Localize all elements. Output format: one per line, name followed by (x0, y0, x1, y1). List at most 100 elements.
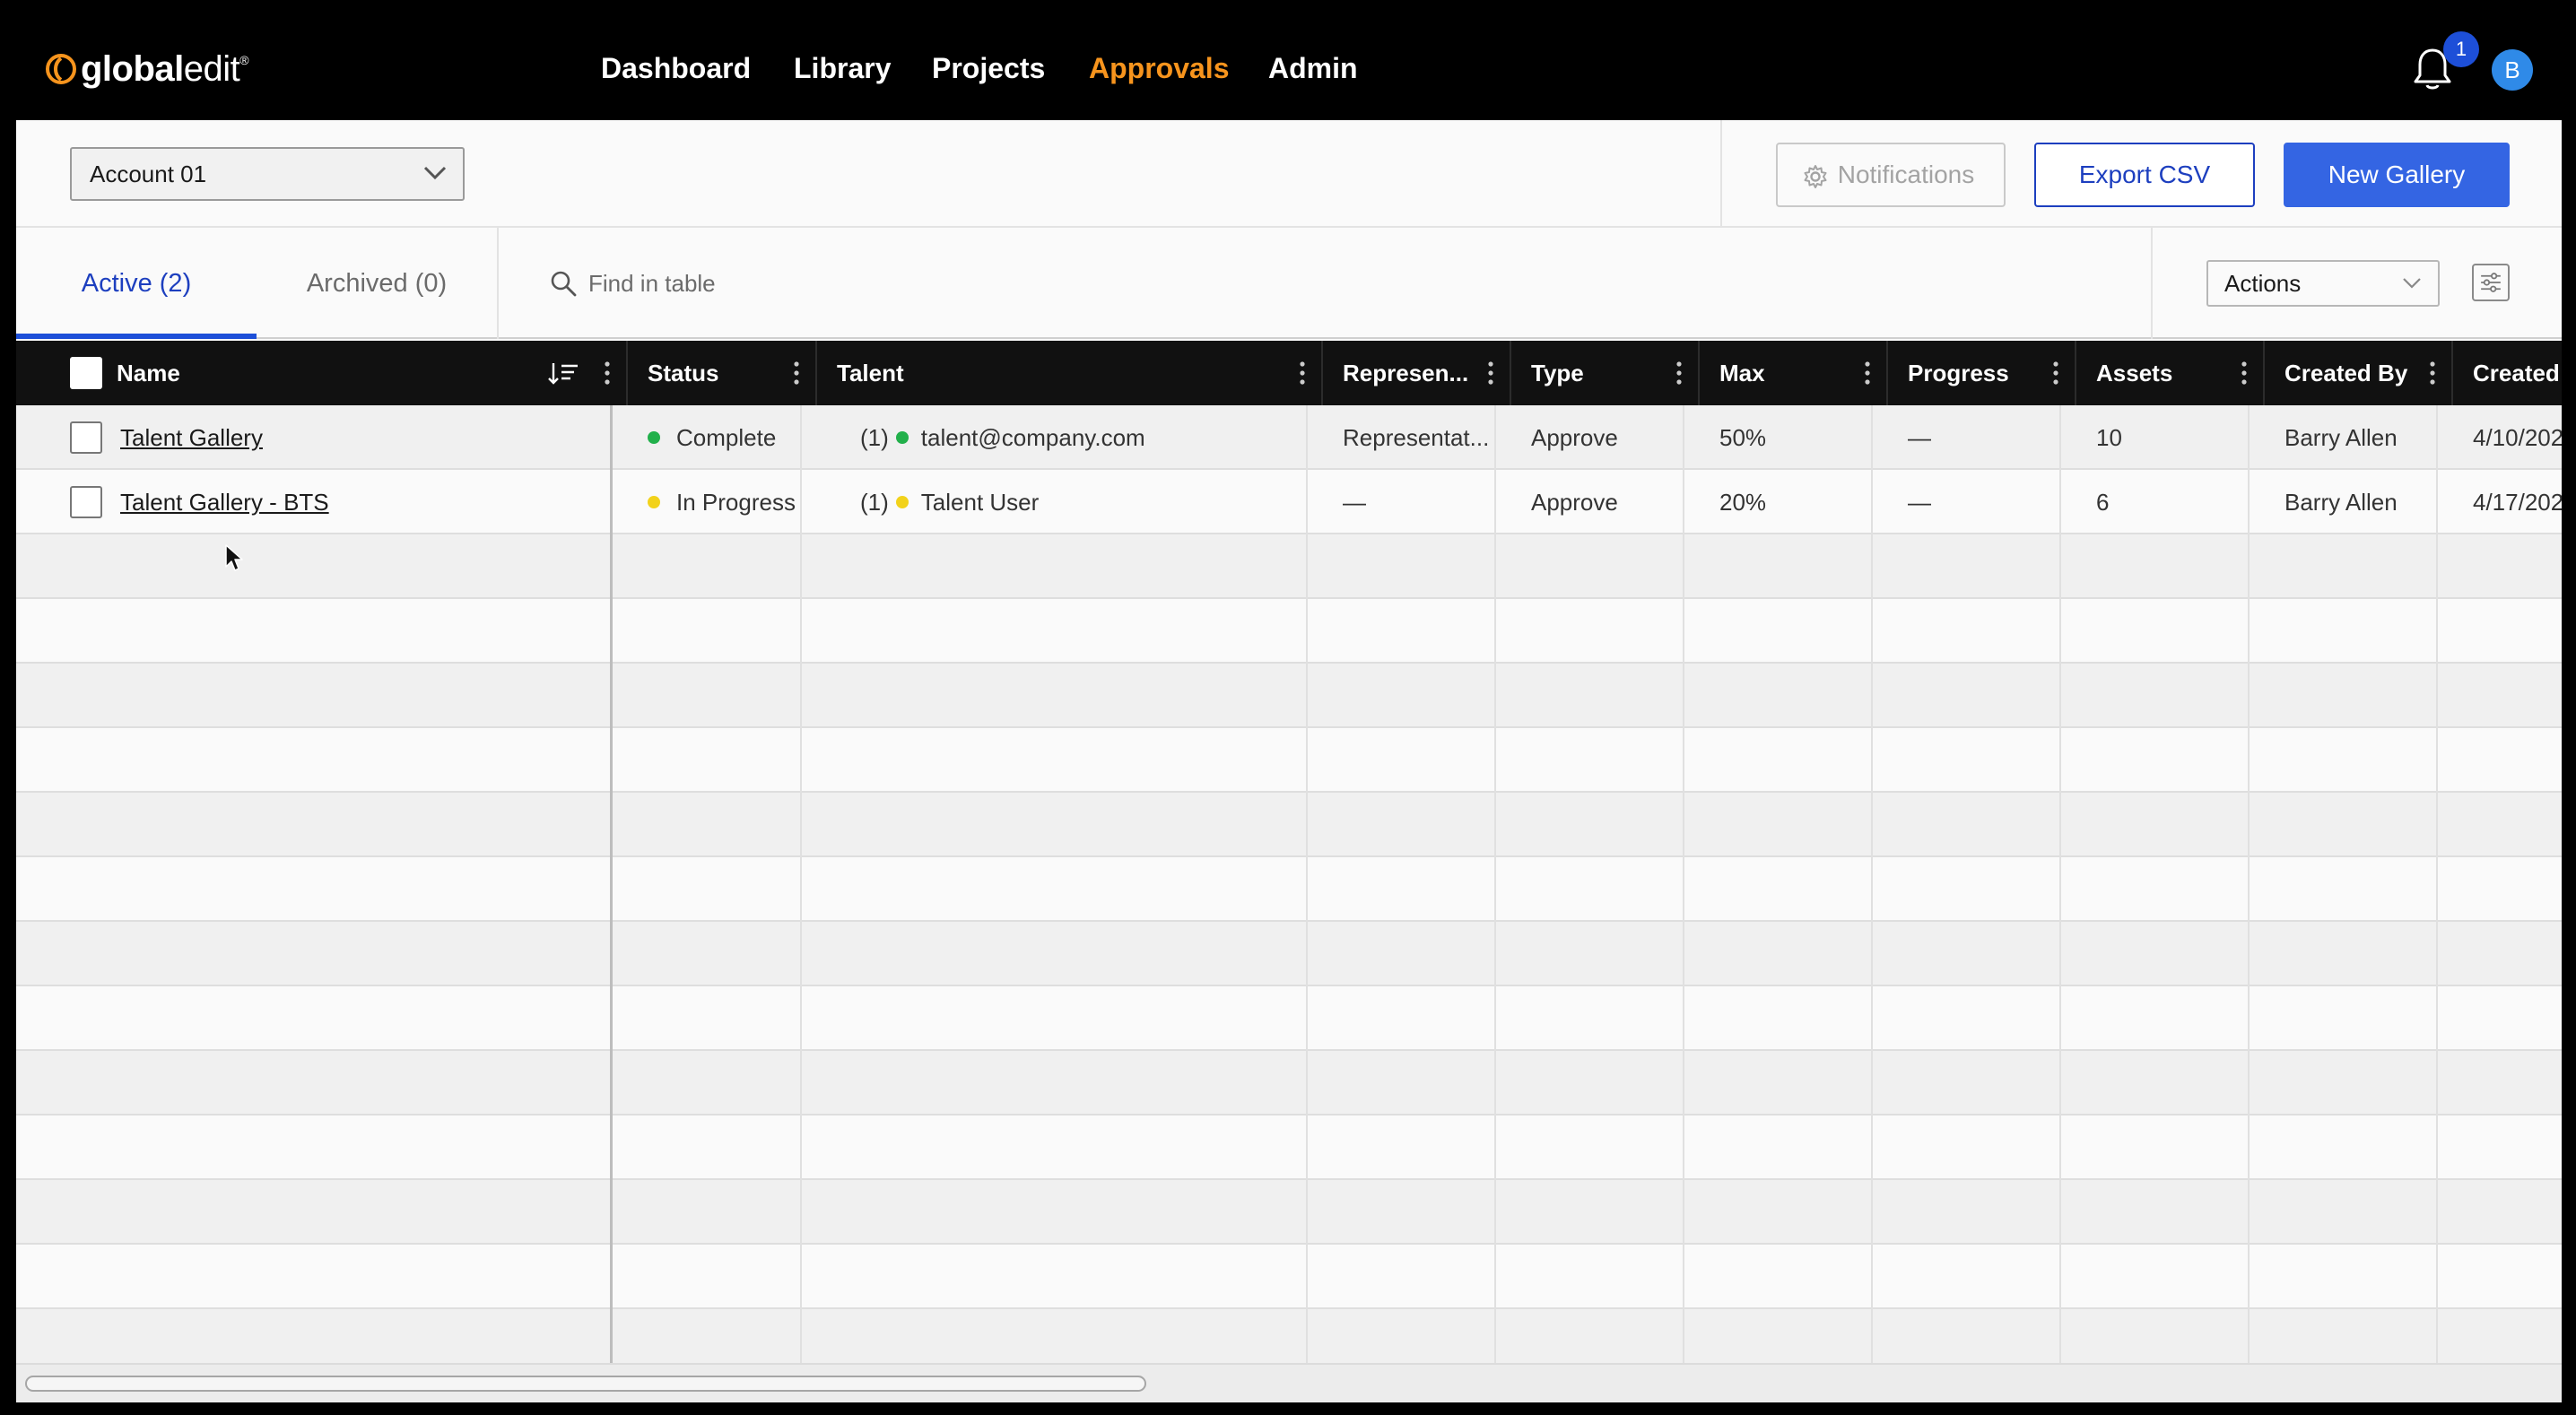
user-avatar[interactable]: B (2492, 49, 2533, 91)
column-menu-icon[interactable] (1300, 360, 1305, 386)
nav-dashboard[interactable]: Dashboard (601, 50, 751, 86)
column-header-label: Type (1531, 360, 1584, 386)
tab-active[interactable]: Active (2) (16, 228, 257, 339)
talent-value: Talent User (920, 489, 1040, 516)
empty-row (16, 1245, 2562, 1309)
column-header-label: Created (2473, 360, 2560, 386)
column-menu-icon[interactable] (2241, 360, 2247, 386)
nav-approvals[interactable]: Approvals (1089, 50, 1229, 86)
column-header-type[interactable]: Type (1511, 341, 1700, 405)
column-header-created-by[interactable]: Created By (2265, 341, 2453, 405)
column-divider (800, 405, 802, 1363)
empty-row (16, 986, 2562, 1051)
logo-wordmark: globaledit® (81, 48, 249, 89)
notification-count-badge: 1 (2443, 31, 2479, 67)
chevron-down-icon (2403, 278, 2421, 289)
row-checkbox[interactable] (70, 421, 102, 454)
account-select[interactable]: Account 01 (70, 147, 465, 201)
type-cell: Approve (1531, 489, 1618, 516)
column-menu-icon[interactable] (1488, 360, 1493, 386)
progress-cell: — (1908, 489, 1931, 516)
column-header-label: Progress (1908, 360, 2009, 386)
actions-select[interactable]: Actions (2206, 260, 2440, 307)
export-csv-button[interactable]: Export CSV (2034, 143, 2255, 207)
actions-select-label: Actions (2224, 270, 2302, 297)
assets-cell: 6 (2096, 489, 2110, 516)
globaledit-logo[interactable]: globaledit® (43, 47, 249, 91)
table-row[interactable]: Talent Gallery Complete (1) talent@compan… (16, 405, 2562, 470)
column-menu-icon[interactable] (1676, 360, 1682, 386)
empty-row (16, 664, 2562, 728)
column-menu-icon[interactable] (605, 360, 610, 386)
column-menu-icon[interactable] (794, 360, 799, 386)
talent-count: (1) (860, 489, 889, 516)
empty-row (16, 599, 2562, 664)
pinned-column-divider (610, 405, 613, 1363)
column-menu-icon[interactable] (1865, 360, 1870, 386)
column-header-assets[interactable]: Assets (2076, 341, 2265, 405)
nav-projects[interactable]: Projects (932, 50, 1045, 86)
find-in-table-input[interactable] (587, 264, 945, 303)
tab-divider (497, 228, 499, 339)
nav-admin[interactable]: Admin (1268, 50, 1358, 86)
new-gallery-button[interactable]: New Gallery (2284, 143, 2510, 207)
column-header-label: Created By (2284, 360, 2408, 386)
tab-divider-right (2151, 228, 2153, 339)
status-text: In Progress (676, 489, 796, 516)
column-menu-icon[interactable] (2053, 360, 2058, 386)
column-header-talent[interactable]: Talent (817, 341, 1323, 405)
row-checkbox[interactable] (70, 486, 102, 518)
created-by-cell: Barry Allen (2284, 489, 2398, 516)
column-header-max[interactable]: Max (1700, 341, 1888, 405)
scrollbar-thumb[interactable] (25, 1376, 1146, 1392)
column-header-status[interactable]: Status (628, 341, 817, 405)
empty-row (16, 922, 2562, 986)
nav-library[interactable]: Library (794, 50, 891, 86)
sort-descending-icon[interactable] (547, 360, 579, 386)
globaledit-logo-icon (46, 54, 76, 84)
empty-row (16, 1116, 2562, 1180)
talent-cell: (1) Talent User (817, 470, 1323, 534)
assets-cell: 10 (2096, 424, 2122, 451)
galleries-table: Name Status Talent Represen... Type Max … (16, 341, 2562, 1374)
horizontal-scrollbar[interactable] (16, 1363, 2562, 1402)
column-header-name[interactable]: Name (97, 341, 628, 405)
column-divider (2248, 405, 2250, 1363)
column-divider (1494, 405, 1496, 1363)
max-cell: 20% (1719, 489, 1767, 516)
empty-row (16, 534, 2562, 599)
column-header-representative[interactable]: Represen... (1323, 341, 1511, 405)
mouse-cursor-icon (225, 544, 243, 571)
max-cell: 50% (1719, 424, 1767, 451)
empty-row (16, 857, 2562, 922)
main-panel: Account 01 Notifications Export CSV New … (16, 120, 2562, 1402)
column-divider (2059, 405, 2061, 1363)
column-header-label: Name (117, 360, 180, 386)
column-header-label: Talent (837, 360, 904, 386)
table-row[interactable]: Talent Gallery - BTS In Progress (1) Tale… (16, 470, 2562, 534)
representative-cell: — (1343, 489, 1366, 516)
talent-count: (1) (860, 424, 889, 451)
tab-archived[interactable]: Archived (0) (257, 228, 497, 339)
active-tab-indicator (16, 334, 257, 339)
sliders-icon (2481, 273, 2501, 292)
chevron-down-icon (423, 166, 447, 180)
column-header-label: Max (1719, 360, 1765, 386)
created-cell: 4/17/2025 (2473, 489, 2562, 516)
table-settings-button[interactable] (2472, 264, 2510, 301)
status-cell: In Progress (628, 470, 817, 534)
column-divider (1306, 405, 1308, 1363)
created-cell: 4/10/2025 (2473, 424, 2562, 451)
gallery-name-link[interactable]: Talent Gallery (120, 405, 263, 470)
gallery-name-link[interactable]: Talent Gallery - BTS (120, 470, 329, 534)
tab-bar: Active (2) Archived (0) Actions (16, 228, 2562, 339)
column-header-progress[interactable]: Progress (1888, 341, 2076, 405)
created-by-cell: Barry Allen (2284, 424, 2398, 451)
column-menu-icon[interactable] (2430, 360, 2435, 386)
empty-row (16, 1180, 2562, 1245)
column-header-label: Status (648, 360, 719, 386)
talent-status-dot (895, 496, 909, 509)
toolbar-divider (1720, 120, 1722, 228)
column-header-created[interactable]: Created (2453, 341, 2562, 405)
notifications-button[interactable]: Notifications (1776, 143, 2006, 207)
